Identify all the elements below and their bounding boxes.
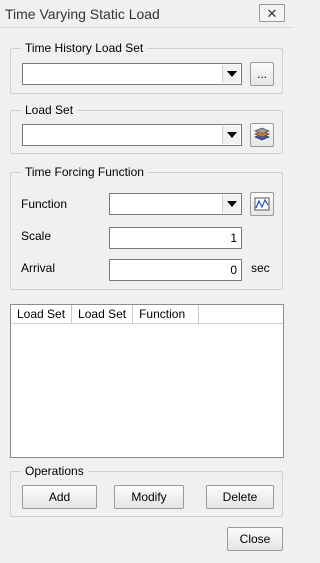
table-header: Load Set Load Set Function [11,305,283,324]
time-forcing-legend: Time Forcing Function [21,164,148,180]
time-forcing-group: Time Forcing Function Function Scale 1 A… [10,164,283,290]
operations-legend: Operations [21,463,88,479]
load-list-table[interactable]: Load Set Load Set Function [10,304,284,458]
add-button[interactable]: Add [22,485,97,509]
chevron-down-icon[interactable] [222,195,240,213]
graph-icon [254,197,270,211]
arrival-label: Arrival [21,261,56,275]
arrival-unit: sec [251,261,270,275]
scale-label: Scale [21,229,52,243]
function-select[interactable] [109,193,242,215]
close-icon: ✕ [266,5,278,21]
delete-button[interactable]: Delete [206,485,274,509]
time-history-select[interactable] [22,63,242,85]
column-header-function[interactable]: Function [133,305,200,324]
column-header-load-set-1[interactable]: Load Set [11,305,73,324]
time-history-browse-button[interactable]: ... [250,62,274,86]
layers-icon [253,127,271,141]
window-title: Time Varying Static Load [5,6,160,22]
column-header-load-set-2[interactable]: Load Set [72,305,134,324]
close-button[interactable]: Close [227,527,283,551]
arrival-input[interactable]: 0 [109,259,242,281]
chevron-down-icon[interactable] [222,126,240,144]
time-history-group: Time History Load Set ... [10,40,283,94]
load-set-group: Load Set [10,102,283,154]
function-label: Function [21,197,68,211]
load-set-legend: Load Set [21,102,78,118]
window-close-button[interactable]: ✕ [259,4,285,22]
load-set-manager-button[interactable] [250,123,274,147]
modify-button[interactable]: Modify [114,485,184,509]
title-bar: Time Varying Static Load ✕ [0,0,293,28]
function-editor-button[interactable] [250,192,274,216]
load-set-select[interactable] [22,124,242,146]
browse-label: ... [256,67,267,81]
time-history-legend: Time History Load Set [21,40,148,56]
scale-input[interactable]: 1 [109,227,242,249]
chevron-down-icon[interactable] [222,65,240,83]
operations-group: Operations Add Modify Delete [10,463,283,517]
